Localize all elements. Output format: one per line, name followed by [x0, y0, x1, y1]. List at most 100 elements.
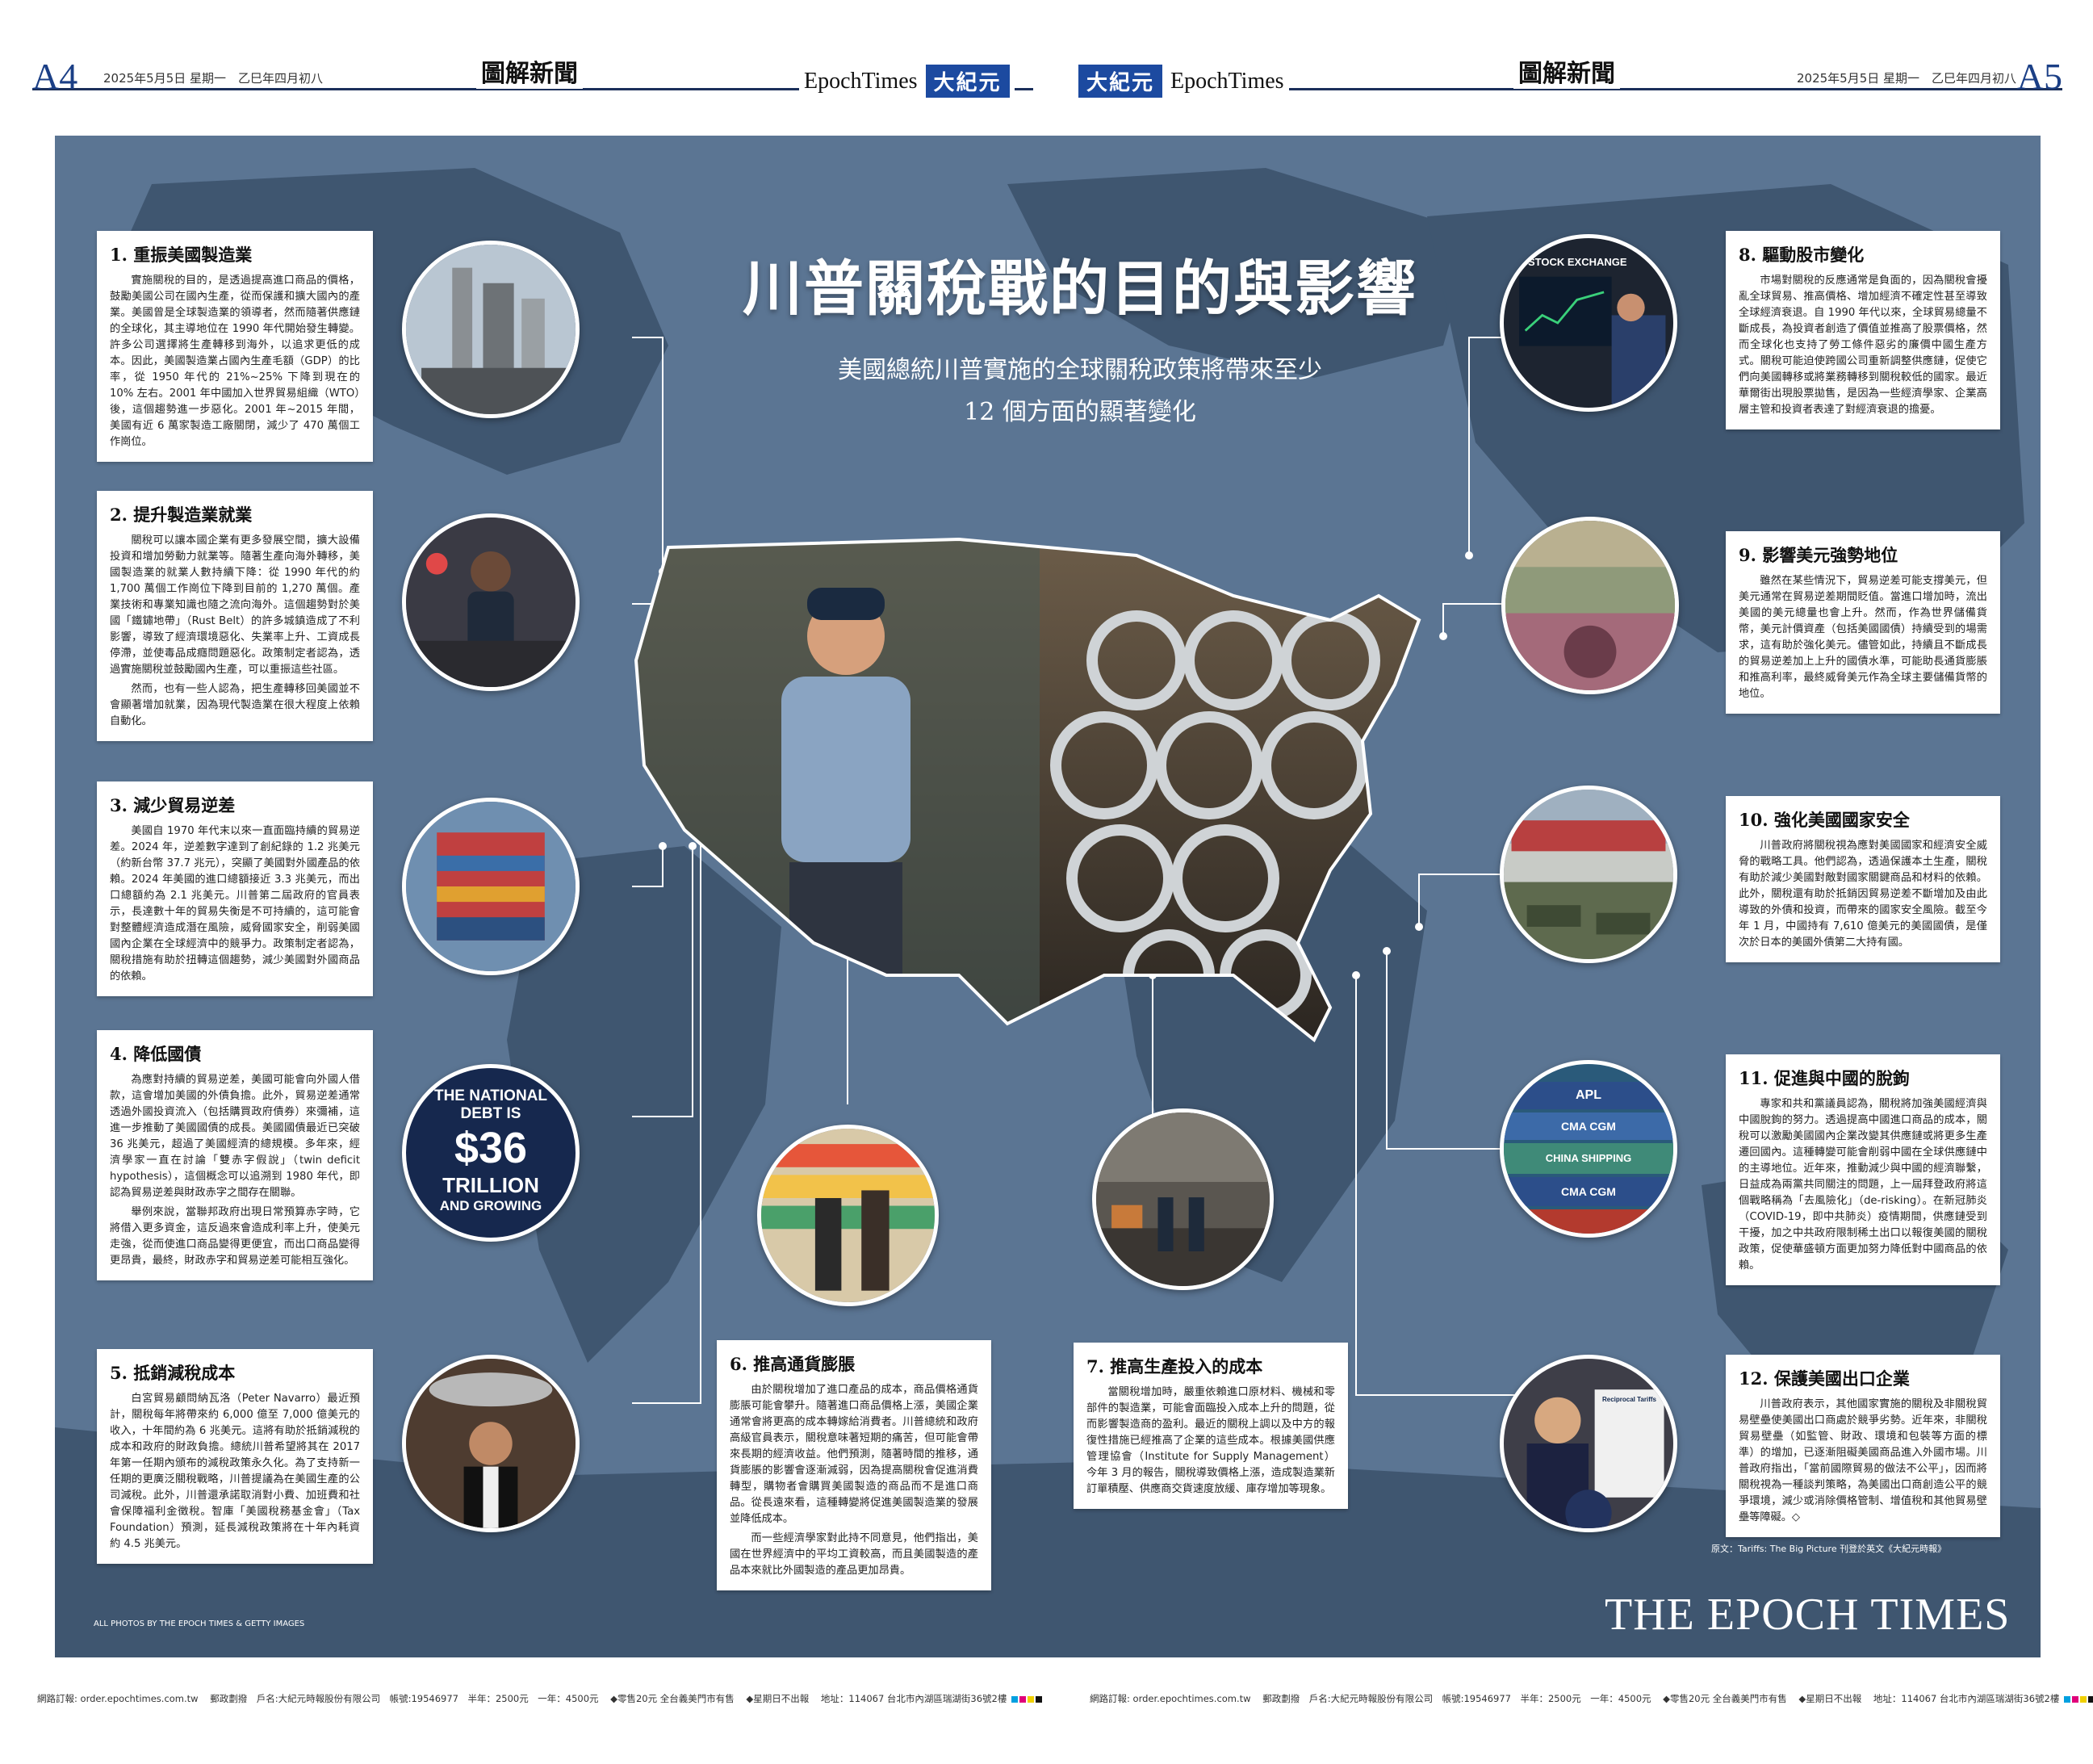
item-11-paragraph-1: 專家和共和黨議員認為，關稅將加強美國經濟與中國脫鉤的努力。透過提高中國進口商品的… — [1739, 1098, 1987, 1272]
brand-right: 大紀元 EpochTimes — [1074, 65, 1289, 98]
source-credit: 原文：Tariffs: The Big Picture 刊登於英文《大紀元時報》 — [1711, 1544, 1947, 1554]
item-1-heading: 1. 重振美國製造業 — [110, 245, 253, 265]
brand-left: EpochTimes 大紀元 — [799, 65, 1015, 98]
item-11-heading: 11. 促進與中國的脫鉤 — [1739, 1068, 1910, 1088]
color-swatch — [1011, 1695, 1019, 1703]
masthead-right: 大紀元 EpochTimes 圖解新聞 2025年5月5日 星期一 乙巳年四月初… — [1074, 48, 2062, 105]
item-11-photo-shipping-containers: APL CMA CGM CHINA SHIPPING CMA CGM — [1500, 1060, 1677, 1238]
footer-holiday: ◆星期日不出報 — [746, 1693, 810, 1704]
debt-line-4: AND GROWING — [439, 1198, 542, 1213]
debt-line-1: THE NATIONAL — [433, 1087, 548, 1104]
footer-right: 網路訂報: order.epochtimes.com.tw 郵政劃撥 戶名:大紀… — [1090, 1692, 2093, 1705]
item-5-paragraph-1: 白宮貿易顧問納瓦洛（Peter Navarro）最近預計，關稅每年將帶來約 6,… — [110, 1393, 360, 1550]
color-swatch — [2080, 1695, 2087, 1703]
container-cma-cgm-2: CMA CGM — [1504, 1177, 1673, 1206]
item-5-heading: 5. 抵銷減稅成本 — [110, 1363, 236, 1383]
item-3-paragraph-1: 美國自 1970 年代末以來一直面臨持續的貿易逆差。2024 年，逆差數字達到了… — [110, 825, 360, 983]
footer-postal: 郵政劃撥 戶名:大紀元時報股份有限公司 帳號:19546977 半年：2500元… — [1262, 1693, 1651, 1704]
item-10-box: 10. 強化美國國家安全 川普政府將關稅視為應對美國國家和經濟安全威脅的戰略工具… — [1726, 796, 2000, 962]
item-4-box: 4. 降低國債 為應對持續的貿易逆差，美國可能會向外國人借款，這會增加美國的外債… — [97, 1030, 373, 1280]
footer-address: 地址：114067 台北市內湖區瑞湖街36號2樓 — [820, 1693, 1007, 1704]
color-swatch — [1019, 1695, 1027, 1703]
item-3-box: 3. 減少貿易逆差 美國自 1970 年代末以來一直面臨持續的貿易逆差。2024… — [97, 781, 373, 996]
item-2-paragraph-2: 然而，也有一些人認為，把生產轉移回美國並不會顯著增加就業，因為現代製造業在很大程… — [110, 683, 360, 727]
item-9-paragraph-1: 雖然在某些情況下，貿易逆差可能支撐美元，但美元通常在貿易逆差期間貶值。當進口增加… — [1739, 575, 1987, 700]
debt-line-3: TRILLION — [442, 1173, 539, 1197]
item-6-box: 6. 推高通貨膨脹 由於關稅增加了進口產品的成本，商品價格通貨膨脹可能會攀升。隨… — [717, 1340, 991, 1590]
infographic-subtitle: 美國總統川普實施的全球關稅政策將帶來至少 12 個方面的顯著變化 — [693, 350, 1467, 434]
item-10-heading: 10. 強化美國國家安全 — [1739, 810, 1910, 830]
item-6-paragraph-2: 而一些經濟學家對此持不同意見，他們指出，美國在世界經濟中的平均工資較高，而且美國… — [730, 1532, 978, 1577]
container-cma-cgm-1: CMA CGM — [1504, 1112, 1673, 1140]
item-4-paragraph-2: 舉例來說，當聯邦政府出現日常預算赤字時，它將借入更多資金，這反過來會造成利率上升… — [110, 1206, 360, 1267]
container-apl-1: APL — [1504, 1082, 1673, 1109]
item-5-box: 5. 抵銷減稅成本 白宮貿易顧問納瓦洛（Peter Navarro）最近預計，關… — [97, 1349, 373, 1564]
footer-retail: ◆零售20元 全台義美門市有售 — [610, 1693, 735, 1704]
debt-line-2: DEBT IS — [460, 1105, 521, 1122]
item-7-paragraph-1: 當關稅增加時，嚴重依賴進口原材料、機械和零部件的製造業，可能會面臨投入成本上升的… — [1086, 1386, 1335, 1495]
footer-address: 地址：114067 台北市內湖區瑞湖街36號2樓 — [1873, 1693, 2060, 1704]
item-1-box: 1. 重振美國製造業 實施關稅的目的，是透過提高進口商品的價格，鼓勵美國公司在國… — [97, 231, 373, 462]
item-2-heading: 2. 提升製造業就業 — [110, 505, 253, 525]
color-swatch — [1028, 1695, 1035, 1703]
container-china-shipping: CHINA SHIPPING — [1504, 1143, 1673, 1174]
item-4-heading: 4. 降低國債 — [110, 1044, 202, 1064]
debt-amount: $36 — [454, 1124, 528, 1172]
footer-holiday: ◆星期日不出報 — [1798, 1693, 1862, 1704]
footer-postal: 郵政劃撥 戶名:大紀元時報股份有限公司 帳號:19546977 半年：2500元… — [210, 1693, 599, 1704]
item-1-paragraph-1: 實施關稅的目的，是透過提高進口商品的價格，鼓勵美國公司在國內生產，從而保護和擴大… — [110, 274, 360, 448]
epoch-times-logo: THE EPOCH TIMES — [1605, 1590, 2011, 1640]
footer-left: 網路訂報: order.epochtimes.com.tw 郵政劃撥 戶名:大紀… — [37, 1692, 1043, 1705]
item-2-photo-factory-worker — [402, 513, 580, 691]
item-5-photo-waiter — [402, 1355, 580, 1532]
color-swatch — [2072, 1695, 2079, 1703]
item-7-heading: 7. 推高生產投入的成本 — [1086, 1356, 1263, 1376]
subtitle-line-1: 美國總統川普實施的全球關稅政策將帶來至少 — [838, 356, 1322, 384]
color-swatch — [2088, 1695, 2093, 1703]
reciprocal-tariffs-board: Reciprocal Tariffs — [1602, 1396, 1656, 1403]
item-12-heading: 12. 保護美國出口企業 — [1739, 1368, 1910, 1389]
photo-credit: ALL PHOTOS BY THE EPOCH TIMES & GETTY IM… — [94, 1619, 305, 1628]
page-number-right: A5 — [2016, 56, 2062, 97]
page-number-left: A4 — [32, 56, 78, 97]
brand-logo-zh: 大紀元 — [925, 65, 1010, 98]
item-7-photo-steel-mill — [1092, 1108, 1274, 1290]
item-12-paragraph-1: 川普政府表示，其他國家實施的關稅及非關稅貿易壁壘使美國出口商處於競爭劣勢。近年來… — [1739, 1398, 1987, 1523]
color-swatch — [1036, 1695, 1043, 1703]
item-3-heading: 3. 減少貿易逆差 — [110, 795, 236, 815]
item-8-box: 8. 驅動股市變化 市場對關稅的反應通常是負面的，因為關稅會擾亂全球貿易、推高價… — [1726, 231, 2000, 429]
date-right: 2025年5月5日 星期一 乙巳年四月初八 — [1792, 69, 2022, 86]
item-6-photo-grocery-store — [757, 1125, 939, 1306]
footer-retail: ◆零售20元 全台義美門市有售 — [1663, 1693, 1787, 1704]
item-3-photo-container-ship — [402, 798, 580, 975]
date-left: 2025年5月5日 星期一 乙巳年四月初八 — [98, 69, 329, 86]
brand-name-en: EpochTimes — [804, 68, 918, 94]
section-title-right: 圖解新聞 — [1513, 53, 1620, 89]
item-10-photo-military-parade — [1500, 786, 1677, 963]
item-10-paragraph-1: 川普政府將關稅視為應對美國國家和經濟安全威脅的戰略工具。他們認為，透過保護本土生… — [1739, 840, 1987, 949]
item-2-paragraph-1: 關稅可以讓本國企業有更多發展空間，擴大設備投資和增加勞動力就業等。隨著生產向海外… — [110, 534, 360, 676]
item-7-box: 7. 推高生產投入的成本 當關稅增加時，嚴重依賴進口原材料、機械和零部件的製造業… — [1074, 1343, 1348, 1509]
brand-logo-zh: 大紀元 — [1078, 65, 1163, 98]
item-12-photo-tariff-announcement: Reciprocal Tariffs — [1500, 1355, 1677, 1532]
item-2-box: 2. 提升製造業就業 關稅可以讓本國企業有更多發展空間，擴大設備投資和增加勞動力… — [97, 491, 373, 741]
item-8-photo-stock-exchange: STOCK EXCHANGE — [1500, 234, 1677, 412]
item-6-heading: 6. 推高通貨膨脹 — [730, 1354, 856, 1374]
item-4-photo-national-debt-clock: THE NATIONAL DEBT IS $36 TRILLION AND GR… — [402, 1064, 580, 1242]
item-11-box: 11. 促進與中國的脫鉤 專家和共和黨議員認為，關稅將加強美國經濟與中國脫鉤的努… — [1726, 1054, 2000, 1285]
item-8-paragraph-1: 市場對關稅的反應通常是負面的，因為關稅會擾亂全球貿易、推高價格、增加經濟不確定性… — [1739, 274, 1987, 416]
footer-order: 網路訂報: order.epochtimes.com.tw — [1090, 1693, 1251, 1704]
item-9-box: 9. 影響美元強勢地位 雖然在某些情況下，貿易逆差可能支撐美元，但美元通常在貿易… — [1726, 531, 2000, 714]
infographic-panel: 川普關稅戰的目的與影響 美國總統川普實施的全球關稅政策將帶來至少 12 個方面的… — [55, 136, 2041, 1657]
section-title-left: 圖解新聞 — [476, 53, 583, 89]
brand-name-en: EpochTimes — [1170, 68, 1284, 94]
color-swatch — [2064, 1695, 2071, 1703]
footer-order: 網路訂報: order.epochtimes.com.tw — [37, 1693, 199, 1704]
infographic-title: 川普關稅戰的目的與影響 — [743, 254, 1417, 324]
item-8-heading: 8. 驅動股市變化 — [1739, 245, 1865, 265]
item-1-photo-cement-plant — [402, 241, 580, 418]
item-4-paragraph-1: 為應對持續的貿易逆差，美國可能會向外國人借款，這會增加美國的外債負擔。此外，貿易… — [110, 1074, 360, 1199]
subtitle-line-2: 12 個方面的顯著變化 — [964, 398, 1196, 426]
masthead-left: A4 2025年5月5日 星期一 乙巳年四月初八 圖解新聞 EpochTimes… — [32, 48, 1033, 105]
item-9-heading: 9. 影響美元強勢地位 — [1739, 545, 1898, 565]
